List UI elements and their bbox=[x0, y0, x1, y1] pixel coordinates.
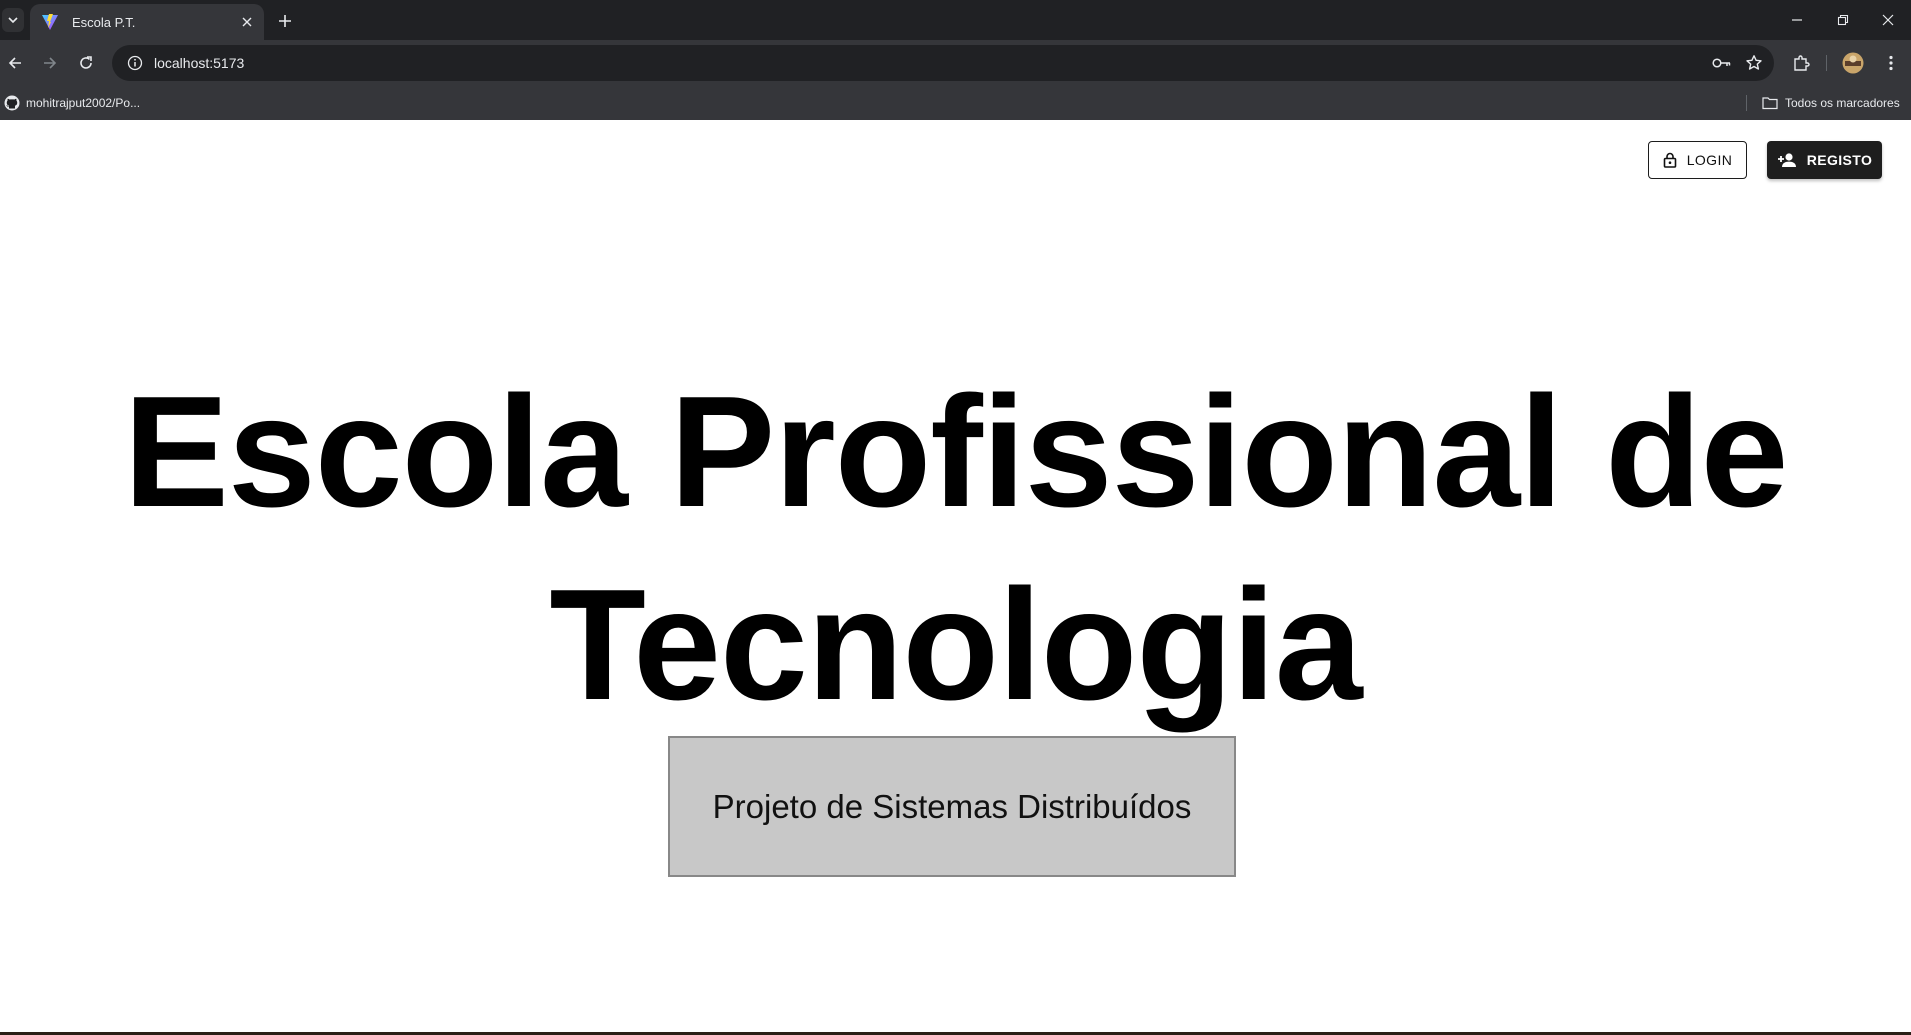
folder-icon bbox=[1762, 97, 1778, 110]
profile-avatar[interactable] bbox=[1838, 48, 1868, 78]
plus-icon bbox=[279, 15, 291, 27]
arrow-left-icon bbox=[8, 57, 21, 69]
bookmarks-divider bbox=[1746, 95, 1747, 111]
restore-button[interactable] bbox=[1820, 0, 1866, 40]
tab-title: Escola P.T. bbox=[72, 14, 136, 30]
browser-tab-active[interactable]: Escola P.T. bbox=[30, 4, 264, 40]
forward-button[interactable] bbox=[35, 48, 65, 78]
page-viewport: LOGIN REGISTO Escola Profissional de Tec… bbox=[0, 120, 1911, 1032]
puzzle-icon bbox=[1794, 55, 1810, 71]
vite-logo-icon bbox=[40, 12, 60, 32]
all-bookmarks-label: Todos os marcadores bbox=[1785, 96, 1900, 110]
login-button[interactable]: LOGIN bbox=[1648, 141, 1747, 179]
bookmarks-bar: mohitrajput2002/Po... Todos os marcadore… bbox=[0, 86, 1911, 120]
tab-close-icon[interactable] bbox=[238, 13, 256, 31]
chrome-menu-button[interactable] bbox=[1876, 48, 1906, 78]
login-label: LOGIN bbox=[1686, 152, 1733, 168]
subtitle-box: Projeto de Sistemas Distribuídos bbox=[668, 736, 1236, 877]
all-bookmarks-button[interactable]: Todos os marcadores bbox=[1762, 91, 1900, 115]
register-button[interactable]: REGISTO bbox=[1767, 141, 1882, 179]
page-title-line-1: Escola Profissional de bbox=[123, 364, 1789, 540]
toolbar-divider bbox=[1826, 55, 1827, 71]
chevron-down-icon bbox=[8, 17, 18, 24]
back-button[interactable] bbox=[0, 48, 30, 78]
arrow-right-icon bbox=[44, 57, 57, 69]
bookmark-label: mohitrajput2002/Po... bbox=[26, 96, 141, 110]
person-add-icon bbox=[1777, 153, 1796, 167]
bookmark-star-icon[interactable] bbox=[1738, 47, 1770, 79]
extensions-button[interactable] bbox=[1786, 48, 1816, 78]
address-bar[interactable]: localhost:5173 bbox=[112, 45, 1774, 81]
browser-tabstrip: Escola P.T. bbox=[0, 0, 1911, 40]
subtitle-text: Projeto de Sistemas Distribuídos bbox=[712, 787, 1192, 825]
new-tab-button[interactable] bbox=[272, 8, 298, 34]
more-vertical-icon bbox=[1889, 55, 1893, 71]
close-icon bbox=[1882, 14, 1894, 26]
tab-search-button[interactable] bbox=[2, 8, 24, 32]
reload-button[interactable] bbox=[71, 48, 101, 78]
reload-icon bbox=[80, 56, 92, 69]
restore-icon bbox=[1837, 14, 1849, 26]
site-info-icon[interactable] bbox=[118, 46, 152, 80]
password-key-icon[interactable] bbox=[1706, 47, 1738, 79]
close-window-button[interactable] bbox=[1865, 0, 1911, 40]
minimize-icon bbox=[1792, 19, 1802, 21]
browser-toolbar: localhost:5173 bbox=[0, 40, 1911, 86]
lock-icon bbox=[1663, 152, 1677, 168]
page-title: Escola Profissional de Tecnologia bbox=[0, 356, 1911, 742]
minimize-button[interactable] bbox=[1774, 0, 1820, 40]
github-icon bbox=[4, 95, 20, 111]
avatar-icon bbox=[1842, 52, 1864, 74]
bookmark-item[interactable]: mohitrajput2002/Po... bbox=[4, 91, 140, 115]
url-text[interactable]: localhost:5173 bbox=[154, 55, 1706, 71]
page-title-line-2: Tecnologia bbox=[549, 557, 1362, 733]
register-label: REGISTO bbox=[1806, 152, 1873, 168]
